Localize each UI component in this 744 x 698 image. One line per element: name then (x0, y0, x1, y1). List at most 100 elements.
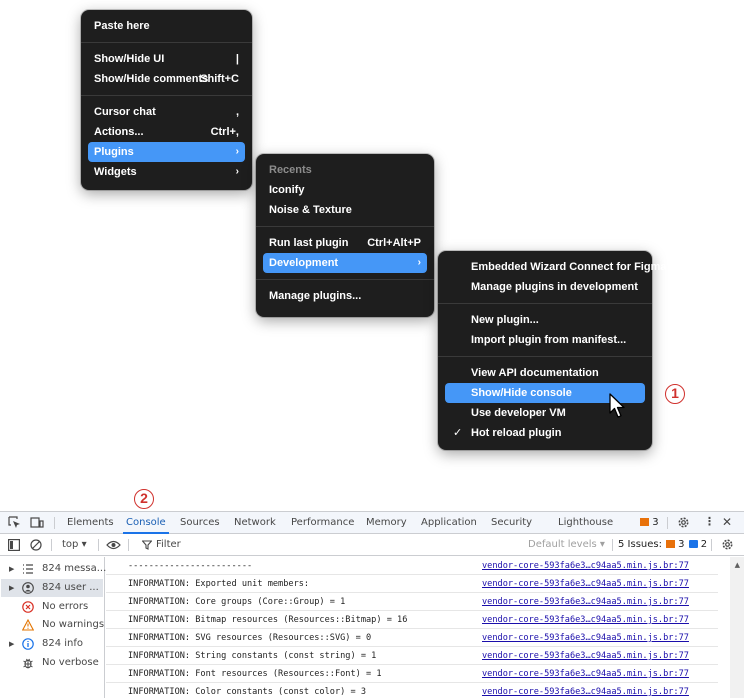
tab-elements[interactable]: Elements (67, 512, 114, 534)
source-link[interactable]: vendor-core-593fa6e3…c94aa5.min.js.br:77 (482, 665, 689, 683)
console-row: INFORMATION: Font resources (Resources::… (106, 665, 718, 683)
menu-item-run-last-plugin[interactable]: Run last plugin Ctrl+Alt+P (263, 233, 427, 253)
menu-item-label: Embedded Wizard Connect for Figma (471, 261, 667, 273)
inspect-element-icon[interactable] (8, 516, 21, 529)
tab-sources[interactable]: Sources (180, 512, 220, 534)
device-toolbar-icon[interactable] (30, 516, 44, 529)
menu-item-show-hide-comments[interactable]: Show/Hide comments Shift+C (88, 69, 245, 89)
settings-gear-icon[interactable] (677, 516, 690, 529)
menu-item-manage-plugins-in-development[interactable]: Manage plugins in development (445, 277, 645, 297)
menu-item-plugins[interactable]: Plugins › (88, 142, 245, 162)
sidebar-item-label: 824 info (42, 638, 84, 649)
menu-item-iconify[interactable]: Iconify (263, 180, 427, 200)
source-link[interactable]: vendor-core-593fa6e3…c94aa5.min.js.br:77 (482, 647, 689, 665)
tab-performance[interactable]: Performance (291, 512, 354, 534)
info-icon (22, 638, 34, 650)
tab-application[interactable]: Application (421, 512, 477, 534)
issues-warning-count: 3 (678, 539, 685, 550)
scroll-up-arrow-icon[interactable]: ▲ (735, 561, 740, 569)
sidebar-toggle-icon[interactable] (8, 539, 20, 551)
list-icon (23, 564, 33, 574)
source-link[interactable]: vendor-core-593fa6e3…c94aa5.min.js.br:77 (482, 611, 689, 629)
tab-divider (54, 517, 55, 529)
console-row: ------------------------ vendor-core-593f… (106, 557, 718, 575)
menu-item-hot-reload-plugin[interactable]: ✓ Hot reload plugin (445, 423, 645, 443)
error-icon (22, 601, 34, 613)
menu-item-label: Manage plugins in development (471, 281, 638, 293)
filter-icon (142, 540, 152, 550)
menu-item-widgets[interactable]: Widgets › (88, 162, 245, 182)
console-scrollbar[interactable]: ▲ (730, 557, 744, 698)
sidebar-item-label: 824 user ... (42, 582, 99, 593)
development-submenu: Embedded Wizard Connect for Figma Manage… (438, 251, 666, 450)
sidebar-item-user-messages[interactable]: ▶ 824 user ... (1, 579, 103, 597)
issues-summary-button[interactable]: 5 Issues: 3 2 (618, 534, 707, 556)
more-options-icon[interactable]: ⋮ (704, 515, 715, 528)
expand-arrow-icon[interactable]: ▶ (9, 560, 14, 578)
menu-item-label: Actions... (94, 126, 144, 138)
menu-item-embedded-wizard-connect[interactable]: Embedded Wizard Connect for Figma (445, 257, 666, 277)
console-messages: ------------------------ vendor-core-593f… (106, 557, 730, 698)
menu-item-cursor-chat[interactable]: Cursor chat, (88, 102, 245, 122)
menu-item-label: Import plugin from manifest... (471, 334, 627, 346)
tab-memory[interactable]: Memory (366, 512, 407, 534)
tab-lighthouse[interactable]: Lighthouse (558, 512, 613, 534)
menu-item-actions[interactable]: Actions... Ctrl+, (88, 122, 245, 142)
menu-item-import-plugin-from-manifest[interactable]: Import plugin from manifest... (445, 330, 645, 350)
menu-item-show-hide-ui[interactable]: Show/Hide UI | (88, 49, 245, 69)
console-message: INFORMATION: Core groups (Core::Group) =… (128, 597, 346, 607)
menu-item-paste-here[interactable]: Paste here (88, 16, 245, 36)
console-body: ▶ 824 messa... ▶ 824 user ... No errors … (0, 557, 744, 698)
tab-network[interactable]: Network (234, 512, 276, 534)
toolbar-divider (612, 539, 613, 551)
clear-console-icon[interactable] (30, 539, 42, 551)
menu-item-label: Cursor chat (94, 106, 156, 118)
annotation-marker-1: 1 (665, 384, 685, 404)
source-link[interactable]: vendor-core-593fa6e3…c94aa5.min.js.br:77 (482, 629, 689, 647)
console-settings-gear-icon[interactable] (721, 538, 734, 551)
chevron-right-icon: › (417, 257, 421, 268)
menu-item-label: Show/Hide UI (94, 53, 165, 65)
tab-security[interactable]: Security (491, 512, 532, 534)
menu-item-manage-plugins[interactable]: Manage plugins... (263, 286, 427, 306)
chevron-right-icon: › (235, 166, 239, 177)
sidebar-item-errors[interactable]: No errors (0, 598, 104, 616)
devtools-tab-bar: Elements Console Sources Network Perform… (0, 512, 744, 534)
sidebar-item-info[interactable]: ▶ 824 info (0, 635, 104, 653)
filter-placeholder: Filter (156, 539, 181, 550)
menu-separator (438, 356, 652, 357)
menu-item-view-api-documentation[interactable]: View API documentation (445, 363, 645, 383)
source-link[interactable]: vendor-core-593fa6e3…c94aa5.min.js.br:77 (482, 593, 689, 611)
info-badge-icon (688, 540, 698, 548)
warning-icon (22, 619, 34, 631)
user-icon (22, 582, 34, 594)
menu-separator (81, 95, 252, 96)
close-icon[interactable]: ✕ (722, 515, 732, 529)
expand-arrow-icon[interactable]: ▶ (9, 635, 14, 653)
context-selector[interactable]: top ▾ (62, 534, 87, 556)
menu-shortcut: Shift+C (200, 73, 239, 85)
menu-item-new-plugin[interactable]: New plugin... (445, 310, 645, 330)
menu-item-label: Widgets (94, 166, 137, 178)
eye-icon[interactable] (106, 539, 121, 551)
filter-input[interactable]: Filter (134, 537, 518, 553)
sidebar-item-warnings[interactable]: No warnings (0, 616, 104, 634)
menu-item-label: Run last plugin (269, 237, 349, 249)
console-message: INFORMATION: Exported unit members: (128, 579, 310, 589)
log-levels-dropdown[interactable]: Default levels ▾ (528, 537, 605, 553)
tab-console[interactable]: Console (123, 512, 169, 534)
menu-item-development[interactable]: Development › (263, 253, 427, 273)
sidebar-item-label: No errors (42, 601, 89, 612)
menu-item-noise-texture[interactable]: Noise & Texture (263, 200, 427, 220)
source-link[interactable]: vendor-core-593fa6e3…c94aa5.min.js.br:77 (482, 575, 689, 593)
issues-counter[interactable]: 3 (640, 512, 659, 534)
mouse-pointer-icon (609, 393, 625, 418)
warning-badge-icon (640, 518, 649, 526)
sidebar-item-verbose[interactable]: No verbose (0, 654, 104, 672)
source-link[interactable]: vendor-core-593fa6e3…c94aa5.min.js.br:77 (482, 557, 689, 575)
source-link[interactable]: vendor-core-593fa6e3…c94aa5.min.js.br:77 (482, 683, 689, 698)
sidebar-item-messages[interactable]: ▶ 824 messa... (0, 560, 106, 578)
expand-arrow-icon[interactable]: ▶ (9, 579, 14, 597)
devtools-panel: Elements Console Sources Network Perform… (0, 511, 744, 698)
console-toolbar: top ▾ Filter Default levels ▾ 5 Issues: … (0, 534, 744, 556)
